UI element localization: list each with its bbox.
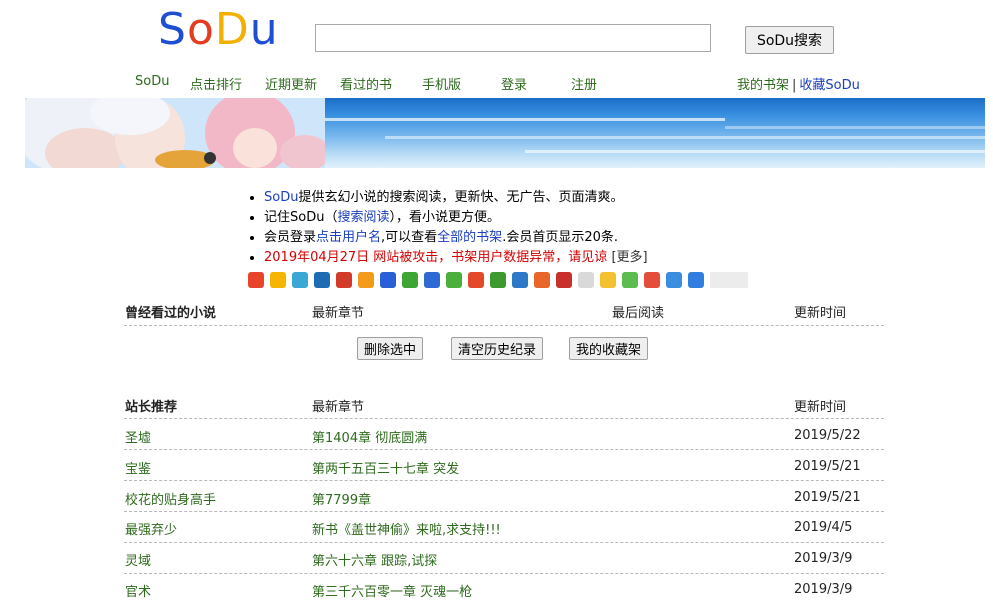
chapter-link[interactable]: 第六十六章 跟踪,试探 — [312, 550, 437, 569]
info-item: SoDu提供玄幻小说的搜索阅读，更新快、无广告、页面清爽。 — [264, 188, 648, 208]
update-date: 2019/3/9 — [794, 551, 853, 566]
nav-read-books[interactable]: 看过的书 — [340, 74, 392, 93]
update-date: 2019/3/9 — [794, 582, 853, 597]
chapter-link[interactable]: 新书《盖世神偷》来啦,求支持!!! — [312, 519, 501, 538]
logo-letter-o: o — [186, 4, 215, 55]
delete-selected-button[interactable]: 删除选中 — [357, 337, 424, 360]
info-icon[interactable] — [666, 272, 682, 288]
tencent-weibo-icon[interactable] — [292, 272, 308, 288]
netease-icon[interactable] — [556, 272, 572, 288]
info-text: ,可以查看 — [381, 230, 438, 245]
book-name-link[interactable]: 灵域 — [125, 550, 151, 569]
book-name-link[interactable]: 圣墟 — [125, 427, 151, 446]
info-text: 提供玄幻小说的搜索阅读，更新快、无广告、页面清爽。 — [298, 190, 624, 205]
t-icon[interactable] — [468, 272, 484, 288]
divider — [124, 542, 884, 543]
divider — [124, 325, 884, 326]
info-text: .会员首页显示20条. — [502, 230, 618, 245]
chapter-link[interactable]: 第7799章 — [312, 489, 371, 508]
recommend-header-updated: 更新时间 — [794, 400, 847, 415]
divider — [124, 449, 884, 450]
notice-link[interactable]: 2019年04月27日 网站被攻击，书架用户数据异常，请见谅 — [264, 250, 607, 265]
banner-streak — [385, 136, 985, 139]
nav-my-bookshelf[interactable]: 我的书架 — [737, 78, 789, 93]
notice-more-link[interactable]: [更多] — [611, 250, 647, 265]
book-name-link[interactable]: 校花的贴身高手 — [125, 489, 216, 508]
clear-history-button[interactable]: 清空历史纪录 — [451, 337, 544, 360]
history-header-last-read: 最后阅读 — [612, 306, 665, 321]
banner-anime-illustration — [25, 98, 325, 168]
my-favorites-button[interactable]: 我的收藏架 — [569, 337, 649, 360]
nav-separator: | — [792, 78, 797, 93]
sohu-icon[interactable] — [534, 272, 550, 288]
banner-streak — [525, 150, 985, 153]
bookmark-icon[interactable] — [578, 272, 594, 288]
info-text: 记住SoDu（ — [264, 210, 338, 225]
nav-recent-updates[interactable]: 近期更新 — [265, 74, 317, 93]
chapter-link[interactable]: 第1404章 彻底圆满 — [312, 427, 427, 446]
nav-mobile[interactable]: 手机版 — [422, 74, 461, 93]
paw-icon[interactable] — [424, 272, 440, 288]
update-date: 2019/5/21 — [794, 490, 861, 505]
info-username-link[interactable]: 点击用户名 — [316, 230, 381, 245]
chat-icon[interactable] — [622, 272, 638, 288]
nav-register[interactable]: 注册 — [571, 74, 597, 93]
nav-favorite-sodu[interactable]: 收藏SoDu — [799, 78, 859, 93]
info-all-bookshelf-link[interactable]: 全部的书架 — [437, 230, 502, 245]
chapter-link[interactable]: 第三千六百零一章 灭魂一枪 — [312, 581, 472, 600]
info-item: 记住SoDu（搜索阅读），看小说更方便。 — [264, 208, 648, 228]
banner-streak — [325, 118, 725, 121]
weibo-icon[interactable] — [248, 272, 264, 288]
clover-icon[interactable] — [446, 272, 462, 288]
divider — [124, 573, 884, 574]
update-date: 2019/5/22 — [794, 428, 861, 443]
share-icons — [248, 272, 708, 289]
plus-icon[interactable] — [688, 272, 704, 288]
info-item: 会员登录点击用户名,可以查看全部的书架.会员首页显示20条. — [264, 228, 648, 248]
history-header-name: 曾经看过的小说 — [125, 306, 217, 321]
search-input[interactable] — [315, 24, 711, 52]
qzone-icon[interactable] — [270, 272, 286, 288]
banner-streak — [725, 126, 985, 129]
site-info-list: SoDu提供玄幻小说的搜索阅读，更新快、无广告、页面清爽。 记住SoDu（搜索阅… — [248, 188, 648, 268]
search-button[interactable]: SoDu搜索 — [745, 26, 834, 54]
renren-icon[interactable] — [314, 272, 330, 288]
info-text: 会员登录 — [264, 230, 317, 245]
qq-friends-icon[interactable] — [600, 272, 616, 288]
qq-icon[interactable] — [402, 272, 418, 288]
baidu-icon[interactable] — [380, 272, 396, 288]
kaixin-icon[interactable] — [336, 272, 352, 288]
history-header-updated: 更新时间 — [794, 306, 847, 321]
recommend-header-chapter: 最新章节 — [312, 400, 365, 415]
logo-letter-d: D — [214, 4, 250, 55]
chapter-link[interactable]: 第两千五百三十七章 突发 — [312, 458, 459, 477]
share-counter-bar — [710, 272, 748, 288]
history-header-chapter: 最新章节 — [312, 306, 365, 321]
logo-letter-s: S — [158, 4, 187, 55]
book-name-link[interactable]: 宝鉴 — [125, 458, 151, 477]
recommend-header-name: 站长推荐 — [125, 400, 178, 415]
divider — [124, 418, 884, 419]
info-item: 2019年04月27日 网站被攻击，书架用户数据异常，请见谅 [更多] — [264, 248, 648, 268]
recycle-icon[interactable] — [644, 272, 660, 288]
info-text: ），看小说更方便。 — [389, 210, 500, 225]
douban-share-icon[interactable] — [358, 272, 374, 288]
update-date: 2019/5/21 — [794, 459, 861, 474]
nav-sodu[interactable]: SoDu — [135, 74, 169, 89]
anime-banner — [25, 98, 985, 168]
nav-login[interactable]: 登录 — [501, 74, 527, 93]
logo-letter-u: u — [249, 4, 279, 55]
nav-right-links: 我的书架 | 收藏SoDu — [737, 74, 860, 93]
tieba-icon[interactable] — [512, 272, 528, 288]
book-name-link[interactable]: 官术 — [125, 581, 151, 600]
divider — [124, 511, 884, 512]
book-name-link[interactable]: 最强弃少 — [125, 519, 177, 538]
sodu-logo[interactable]: SoDu — [158, 4, 279, 58]
info-brand-link[interactable]: SoDu — [264, 190, 298, 205]
info-search-read-link[interactable]: 搜索阅读 — [337, 210, 389, 225]
douban-icon[interactable] — [490, 272, 506, 288]
update-date: 2019/4/5 — [794, 520, 853, 535]
nav-click-rank[interactable]: 点击排行 — [190, 74, 242, 93]
divider — [124, 480, 884, 481]
